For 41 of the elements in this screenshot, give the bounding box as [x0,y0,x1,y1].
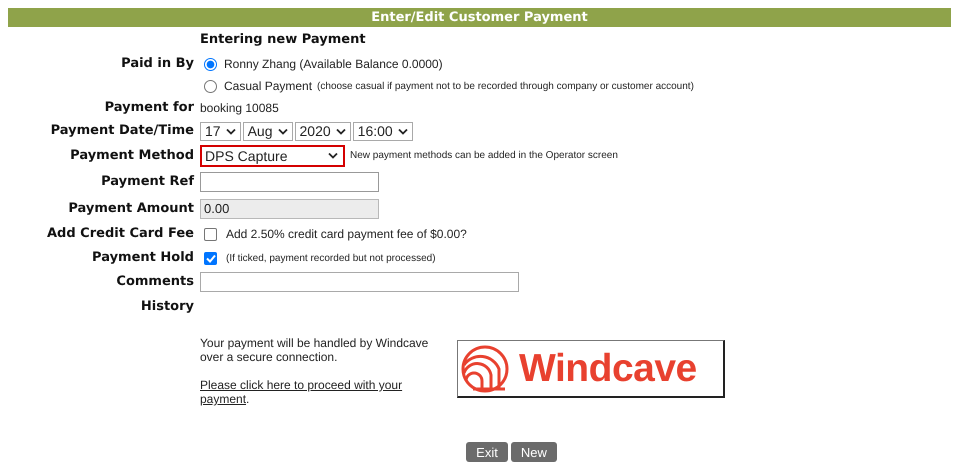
field-label: Payment Date/Time [50,122,194,140]
payment-method-dropdown[interactable]: DPS Capture [200,144,345,166]
field-label: History [140,298,194,316]
comments-field[interactable] [200,272,519,292]
windcave-logo: Windcave [457,340,725,398]
dropdown[interactable]: 17 [200,122,241,140]
checkbox[interactable] [204,228,217,240]
proceed-link[interactable]: Please click here to proceed with your payment. [200,378,435,406]
field-label: Paid in By [120,55,194,73]
field-label: Add Credit Card Fee [46,225,194,243]
header-bar: Enter/Edit Customer Payment [8,8,951,27]
checkbox-label: Add 2.50% credit card payment fee of $0.00? [226,227,467,241]
field-label: Payment Hold [91,249,194,267]
chevron-down-icon [226,128,236,134]
form-subtitle: Entering new Payment [200,31,367,49]
field-label: Payment for [104,99,194,117]
checkbox-note: (If ticked, payment recorded but not processed) [226,252,436,264]
field-value: booking 10085 [200,101,279,115]
field-label: Comments [115,273,194,291]
radio-button[interactable] [204,80,217,92]
dropdown[interactable]: 2020 [294,122,351,140]
field-label: Payment Ref [100,173,194,191]
field-label: Payment Amount [67,200,194,218]
radio-label: Casual Payment [224,79,312,93]
checkbox[interactable] [204,252,217,264]
dropdown[interactable]: 16:00 [352,122,413,140]
radio-button[interactable] [204,58,217,70]
chevron-down-icon [328,152,338,159]
chevron-down-icon [398,128,408,134]
field-label: Payment Method [69,147,194,165]
wave-circle-icon [461,344,509,392]
gateway-message: Your payment will be handled by Windcave over a secure connection. [200,336,430,364]
text-field[interactable] [200,172,379,192]
action-button[interactable]: Exit [466,442,508,462]
radio-label: Ronny Zhang (Available Balance 0.0000) [224,57,443,71]
hint-text: New payment methods can be added in the Operator screen [350,150,618,161]
chevron-down-icon [336,128,346,134]
option-note: (choose casual if payment not to be recorded through company or customer account) [317,80,694,92]
action-button[interactable]: New [510,442,557,462]
dropdown[interactable]: Aug [242,122,292,140]
chevron-down-icon [278,128,288,134]
